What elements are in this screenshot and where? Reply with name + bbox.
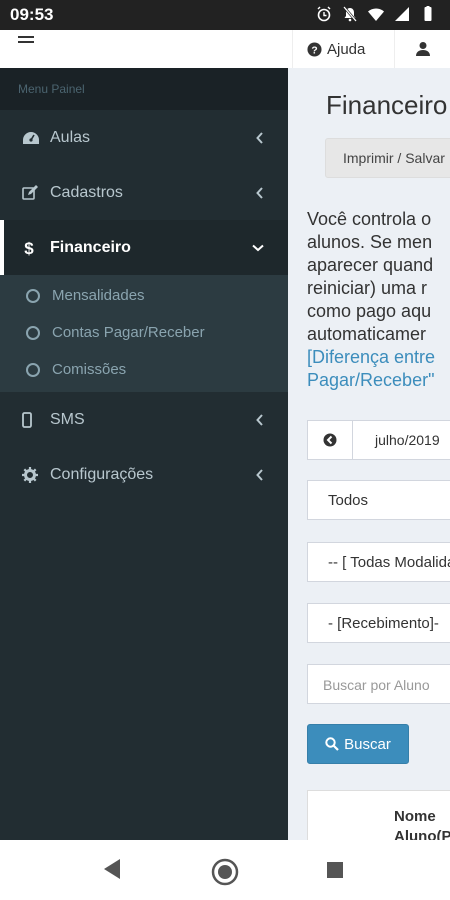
mobile-icon [22,411,32,428]
signal-icon [395,7,409,21]
chevron-left-icon [256,468,263,481]
description-line: alunos. Se men [307,232,433,252]
submenu-item-contas[interactable]: Contas Pagar/Receber [0,314,288,351]
sidebar-item-label: Configurações [50,465,154,483]
submenu-item-label: Mensalidades [52,287,145,304]
chevron-left-icon [256,186,263,199]
user-menu-button[interactable] [394,30,450,68]
notifications-off-icon [343,6,357,22]
table-header-line: Nome [394,808,436,825]
submenu-item-label: Comissões [52,361,127,378]
gear-icon [22,466,38,483]
description-text: Você controla o alunos. Se men aparecer … [307,208,450,392]
month-picker: julho/2019 [307,420,450,460]
chevron-left-icon [256,413,263,426]
submenu-item-comissoes[interactable]: Comissões [0,351,288,388]
top-bar: ? Ajuda [0,30,450,69]
description-line: automaticamer [307,324,427,344]
back-icon[interactable] [102,858,122,880]
search-aluno-input[interactable]: Buscar por Aluno [307,664,450,704]
battery-icon [424,6,432,21]
print-save-button[interactable]: Imprimir / Salvar [325,138,450,178]
status-bar: 09:53 [0,0,450,30]
tipo-select[interactable]: - [Recebimento]- [307,603,450,643]
sidebar-item-label: SMS [50,410,85,428]
submenu-item-label: Contas Pagar/Receber [52,324,205,341]
svg-text:$: $ [24,239,34,257]
description-line: como pago aqu [307,301,432,321]
results-table: Nome Aluno(P [307,790,450,840]
difference-link[interactable]: Pagar/Receber" [307,369,450,392]
question-circle-icon: ? [307,41,322,57]
description-line: aparecer quand [307,255,434,275]
difference-link[interactable]: [Diferença entre [307,346,450,369]
user-icon [416,42,430,56]
chevron-down-icon [252,244,264,251]
circle-icon [26,362,40,377]
chevron-left-icon [256,131,263,144]
table-header-line: Aluno(P [394,828,450,840]
chevron-circle-left-icon [323,433,337,447]
recents-icon[interactable] [326,861,344,879]
description-line: Você controla o [307,209,432,229]
search-icon [325,737,339,751]
status-icons [316,6,436,22]
sidebar-item-label: Financeiro [50,238,131,256]
sidebar: Menu Painel Aulas Cadastros $ Financeiro… [0,68,288,840]
financeiro-submenu: Mensalidades Contas Pagar/Receber Comiss… [0,275,288,392]
circle-icon [26,325,40,340]
table-header-nome: Nome Aluno(P [394,807,450,840]
status-select[interactable]: Todos [307,480,450,520]
sidebar-header: Menu Painel [0,68,288,110]
edit-icon [22,184,38,200]
home-icon[interactable] [211,858,239,886]
sidebar-item-sms[interactable]: SMS [0,392,288,447]
modalidade-select[interactable]: -- [ Todas Modalidades [307,542,450,582]
search-button-label: Buscar [344,735,391,753]
description-line: reiniciar) uma r [307,278,428,298]
system-navigation-bar [0,840,450,900]
sidebar-item-cadastros[interactable]: Cadastros [0,165,288,220]
sidebar-item-financeiro[interactable]: $ Financeiro [0,220,288,275]
submenu-item-mensalidades[interactable]: Mensalidades [0,277,288,314]
alarm-icon [317,6,331,22]
month-value[interactable]: julho/2019 [353,421,440,459]
sidebar-item-configuracoes[interactable]: Configurações [0,447,288,502]
dashboard-icon [23,131,39,144]
sidebar-item-aulas[interactable]: Aulas [0,110,288,165]
sidebar-item-label: Aulas [50,128,91,146]
help-button[interactable]: ? Ajuda [292,30,379,68]
circle-icon [26,288,40,303]
wifi-icon [368,8,384,21]
main-content: Financeiro Imprimir / Salvar Você contro… [288,68,450,840]
help-label: Ajuda [327,40,366,58]
menu-toggle-icon[interactable] [18,36,34,46]
status-time: 09:53 [10,5,54,24]
search-button[interactable]: Buscar [307,724,409,764]
page-title: Financeiro [326,90,448,120]
dollar-icon: $ [24,239,34,257]
sidebar-item-label: Cadastros [50,183,123,201]
previous-month-button[interactable] [308,421,353,459]
svg-text:?: ? [311,45,317,56]
